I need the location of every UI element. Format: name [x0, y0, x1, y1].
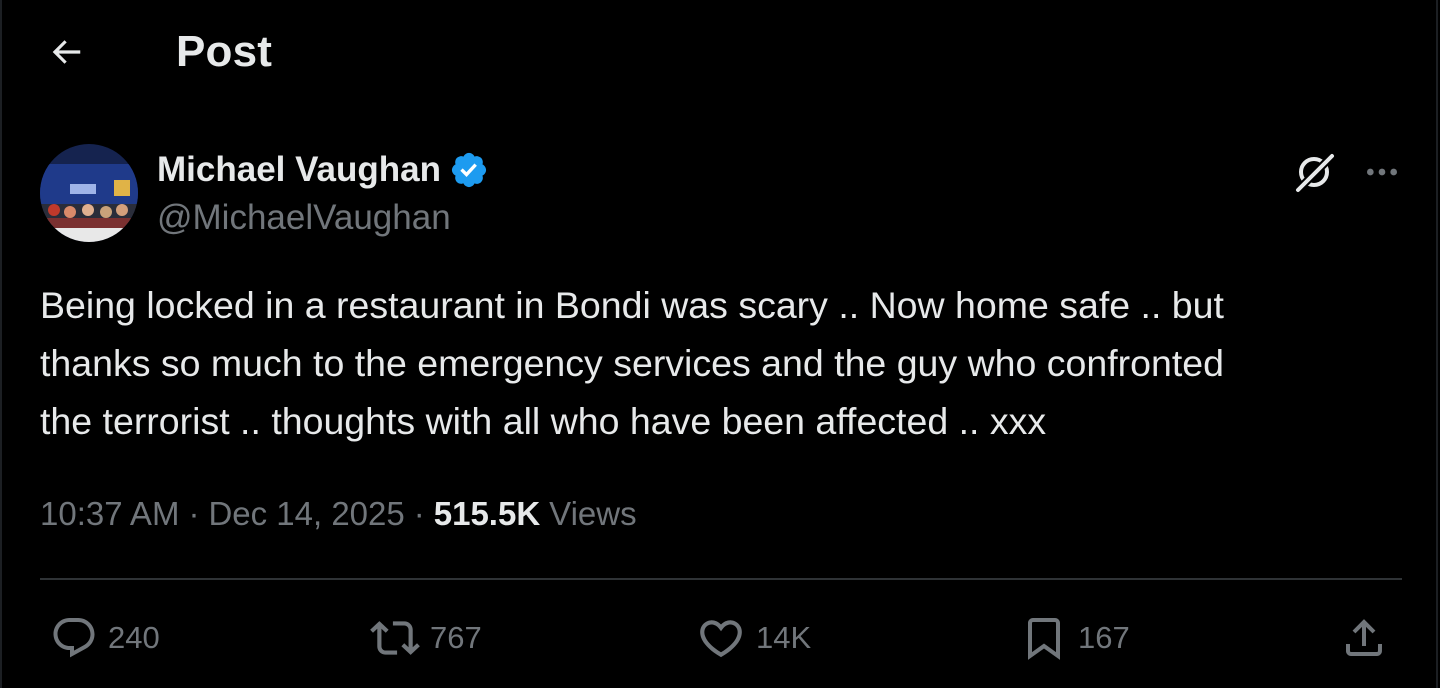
repost-button[interactable]: 767	[370, 610, 482, 666]
bookmark-count: 167	[1078, 620, 1130, 655]
grok-button[interactable]	[1284, 142, 1344, 202]
arrow-left-icon	[52, 40, 81, 64]
share-icon	[1346, 619, 1382, 656]
post-text: Being locked in a restaurant in Bondi wa…	[40, 284, 1224, 442]
divider	[40, 578, 1402, 580]
author-name-row: Michael Vaughan	[157, 148, 489, 192]
more-horizontal-icon	[1367, 168, 1397, 176]
page-title: Post	[176, 27, 273, 76]
repost-icon	[370, 621, 420, 655]
repost-count: 767	[430, 620, 482, 655]
post-date[interactable]: Dec 14, 2025	[208, 495, 404, 533]
meta-separator: ·	[188, 495, 200, 532]
heart-icon	[700, 620, 742, 658]
author-name[interactable]: Michael Vaughan	[157, 148, 441, 192]
author-handle[interactable]: @MichaelVaughan	[157, 196, 451, 240]
meta-separator: ·	[413, 495, 425, 532]
more-options-button[interactable]	[1352, 142, 1412, 202]
like-count: 14K	[756, 620, 812, 655]
reply-button[interactable]: 240	[50, 610, 160, 666]
avatar-image	[40, 144, 138, 242]
bookmark-button[interactable]: 167	[1020, 610, 1130, 666]
like-button[interactable]: 14K	[696, 610, 811, 666]
share-button[interactable]	[1340, 610, 1388, 666]
views-label: Views	[549, 495, 637, 532]
bookmark-icon	[1028, 618, 1060, 660]
avatar[interactable]	[40, 144, 138, 242]
post-meta: 10:37 AM · Dec 14, 2025 · 515.5K Views	[40, 490, 637, 538]
grok-icon	[1295, 153, 1335, 193]
reply-count: 240	[108, 620, 160, 655]
reply-icon	[53, 618, 95, 658]
verified-badge-icon	[451, 152, 487, 188]
back-button[interactable]	[34, 20, 98, 84]
post-time[interactable]: 10:37 AM	[40, 495, 179, 533]
header: Post	[0, 0, 1440, 104]
views-count: 515.5K	[433, 495, 541, 532]
